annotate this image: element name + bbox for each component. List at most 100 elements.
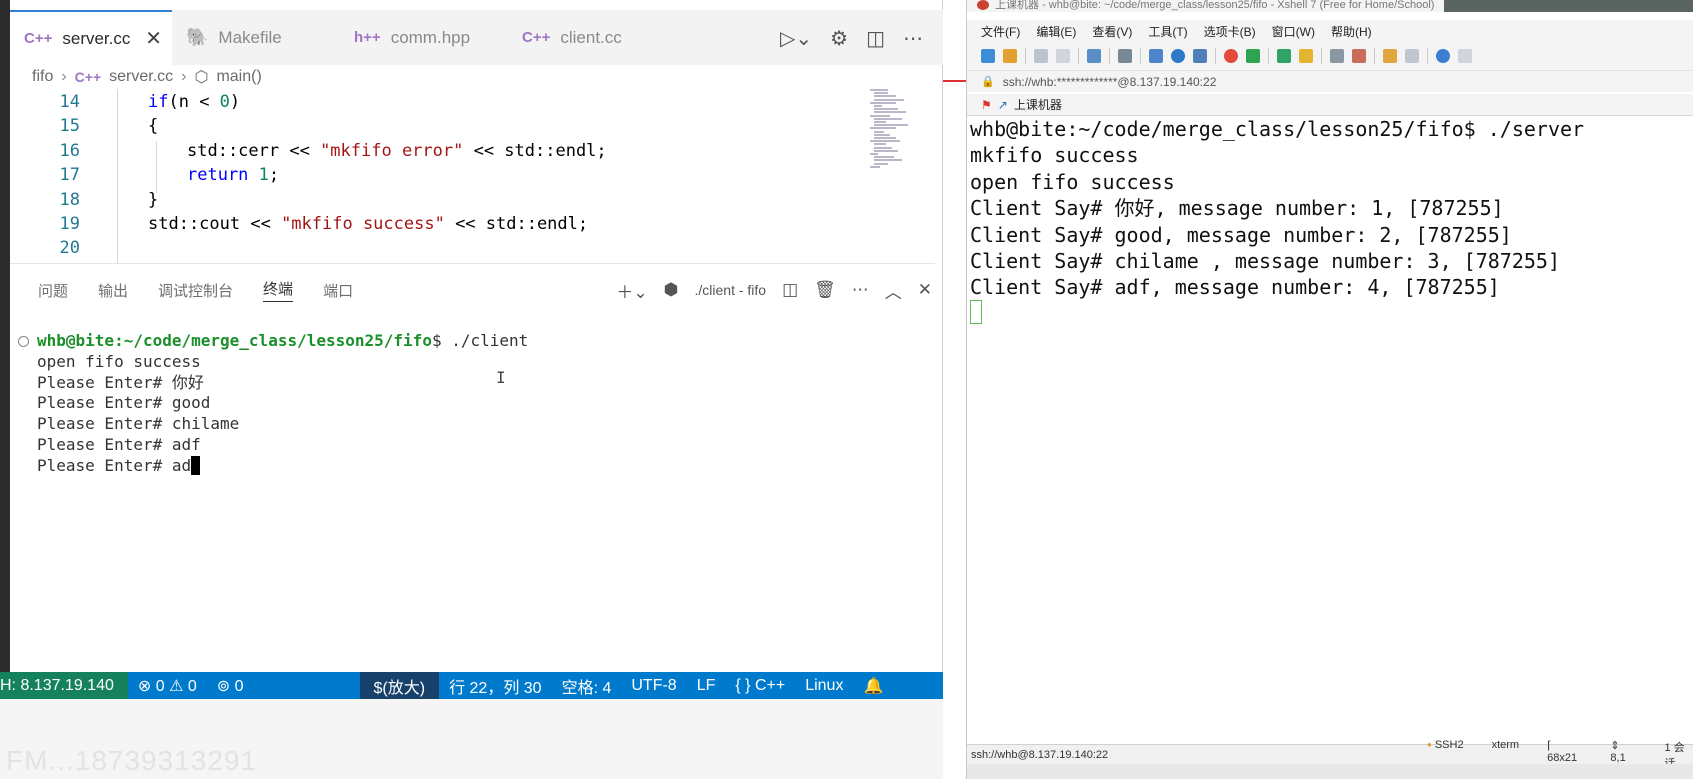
split-editor-icon[interactable]: ◫ [866, 26, 885, 50]
menu-item[interactable]: 文件(F) [981, 23, 1020, 40]
panel-tab[interactable]: 端口 [323, 280, 353, 301]
terminal-line-text: Please Enter# chilame [37, 414, 240, 434]
text-cursor-icon: I [496, 368, 506, 387]
minimap-line [874, 117, 902, 120]
lock-icon[interactable] [1299, 49, 1313, 63]
breadcrumb-folder[interactable]: fifo [32, 68, 53, 86]
terminal-line: Please Enter# good [37, 392, 210, 414]
menu-item[interactable]: 帮助(H) [1331, 23, 1372, 40]
code-line: 18} [10, 187, 860, 213]
terminal-line: whb@bite:~/code/merge_class/lesson25/fif… [970, 117, 1585, 141]
trash-icon[interactable]: 🗑 [814, 280, 836, 300]
xmanager-icon[interactable] [1246, 49, 1260, 63]
toolbar-separator [1109, 48, 1110, 64]
close-icon[interactable]: ✕ [918, 280, 932, 300]
panel-tab[interactable]: 输出 [98, 280, 128, 301]
minimap-line [870, 165, 880, 168]
script-icon[interactable] [1383, 49, 1397, 63]
menu-item[interactable]: 查看(V) [1092, 23, 1132, 40]
bookmark-session[interactable]: 上课机器 [1014, 96, 1062, 113]
more-icon[interactable]: ⋯ [903, 26, 923, 50]
transfer-icon[interactable] [1149, 49, 1163, 63]
tab-server-cc[interactable]: C++ server.cc ✕ [10, 10, 172, 65]
menu-item[interactable]: 选项卡(B) [1204, 23, 1256, 40]
xshell-status-bar: ssh://whb@8.137.19.140:22 SSH2 xterm ⌈ 6… [967, 739, 1693, 770]
run-debug-icon[interactable]: ▷⌄ [780, 26, 812, 50]
breadcrumb-symbol[interactable]: main() [216, 68, 261, 86]
chevron-up-icon[interactable]: ︿ [885, 278, 902, 303]
tab-client-cc[interactable]: C++ client.cc [508, 10, 676, 65]
code-token: (n < [168, 92, 220, 112]
highlight-icon[interactable] [1352, 49, 1366, 63]
font-icon[interactable] [1193, 49, 1207, 63]
minimap-line [874, 108, 898, 111]
terminal-line-text: Please Enter# adf [37, 435, 201, 454]
remote-indicator[interactable]: H: 8.137.19.140 [0, 672, 128, 699]
encoding[interactable]: UTF-8 [621, 677, 686, 695]
panel-tab[interactable]: 终端 [263, 278, 294, 302]
fullscreen-icon[interactable] [1277, 49, 1291, 63]
zoom-indicator[interactable]: $(放大) [359, 672, 440, 699]
connection-address: ssh://whb@8.137.19.140:22 [971, 748, 1109, 761]
xftp-icon[interactable] [1224, 49, 1238, 63]
xshell-terminal[interactable]: whb@bite:~/code/merge_class/lesson25/fif… [967, 116, 1693, 746]
keyboard-icon[interactable] [1330, 49, 1344, 63]
bookmark-icon: ⚑ [981, 97, 992, 112]
open-folder-icon[interactable] [1003, 49, 1017, 63]
copy-icon[interactable] [1087, 49, 1101, 63]
toolbar-separator [1321, 48, 1322, 64]
language-mode[interactable]: { } C++ [725, 677, 795, 695]
panel-tab[interactable]: 问题 [38, 280, 68, 301]
chevron-right-icon: › [181, 68, 187, 85]
code-token: { [148, 116, 159, 137]
window-title: 上课机器 - whb@bite: ~/code/merge_class/less… [995, 0, 1435, 11]
menu-item[interactable]: 编辑(E) [1036, 23, 1076, 40]
breadcrumb-file[interactable]: server.cc [109, 68, 173, 86]
gear-icon[interactable]: ⚙ [830, 26, 848, 50]
new-session-icon[interactable] [981, 49, 995, 63]
xshell-toolbar [967, 42, 1693, 70]
close-icon[interactable]: ✕ [145, 26, 162, 51]
layout-icon[interactable] [1405, 49, 1419, 63]
ports-count[interactable]: ⊚ 0 [207, 676, 254, 696]
chevron-right-icon: › [61, 68, 67, 85]
panel-tab[interactable]: 调试控制台 [158, 280, 233, 301]
disconnect-icon[interactable] [1056, 49, 1070, 63]
connect-icon[interactable] [1034, 49, 1048, 63]
code-editor[interactable]: 14 if(n < 0) 15 {16 std::cerr << "mkfifo err… [10, 89, 935, 264]
os-indicator[interactable]: Linux [795, 677, 853, 695]
tab-comm-hpp[interactable]: h++ comm.hpp [340, 10, 508, 65]
menu-item[interactable]: 工具(T) [1148, 23, 1187, 40]
cpp-file-icon: C++ [24, 30, 53, 47]
plus-icon[interactable]: ＋⌄ [616, 278, 647, 303]
tab-makefile[interactable]: 🐘 Makefile [172, 10, 340, 65]
address-bar[interactable]: 🔒 ssh://whb:*************@8.137.19.140:2… [967, 70, 1693, 92]
terminal-name[interactable]: ./client - fifo [695, 282, 767, 298]
toolbar-separator [1427, 48, 1428, 64]
code-token: ; [268, 165, 280, 186]
terminal-line: Please Enter# adf [37, 434, 201, 456]
bell-icon[interactable]: 🔔 [853, 676, 893, 696]
minimap-line [874, 149, 898, 152]
code-token: } [148, 189, 159, 210]
help-icon[interactable] [1436, 49, 1450, 63]
chat-icon[interactable] [1458, 49, 1472, 63]
desktop: C++ server.cc ✕ 🐘 Makefile h++ comm.hpp … [0, 0, 1693, 779]
code-text: std::cout << "mkfifo success" << std::en… [148, 211, 588, 237]
indentation[interactable]: 空格: 4 [552, 674, 622, 698]
globe-icon[interactable] [1171, 49, 1185, 63]
minimap[interactable] [870, 89, 925, 263]
minimap-line [874, 143, 886, 146]
split-terminal-icon[interactable]: ◫ [782, 280, 798, 300]
terminal-line-text: Please Enter# good [37, 393, 211, 413]
menu-item[interactable]: 窗口(W) [1272, 23, 1315, 40]
search-icon[interactable] [1118, 49, 1132, 63]
line-number: 18 [59, 189, 80, 210]
cursor-position[interactable]: 行 22，列 30 [439, 674, 552, 698]
problems-count[interactable]: ⊗ 0 ⚠ 0 [128, 676, 207, 696]
end-of-line[interactable]: LF [687, 677, 726, 695]
more-icon[interactable]: ⋯ [852, 280, 869, 300]
terminal-cursor [970, 300, 982, 324]
integrated-terminal[interactable]: whb@bite:~/code/merge_class/lesson25/fif… [10, 330, 935, 670]
minimap-line [874, 133, 890, 136]
